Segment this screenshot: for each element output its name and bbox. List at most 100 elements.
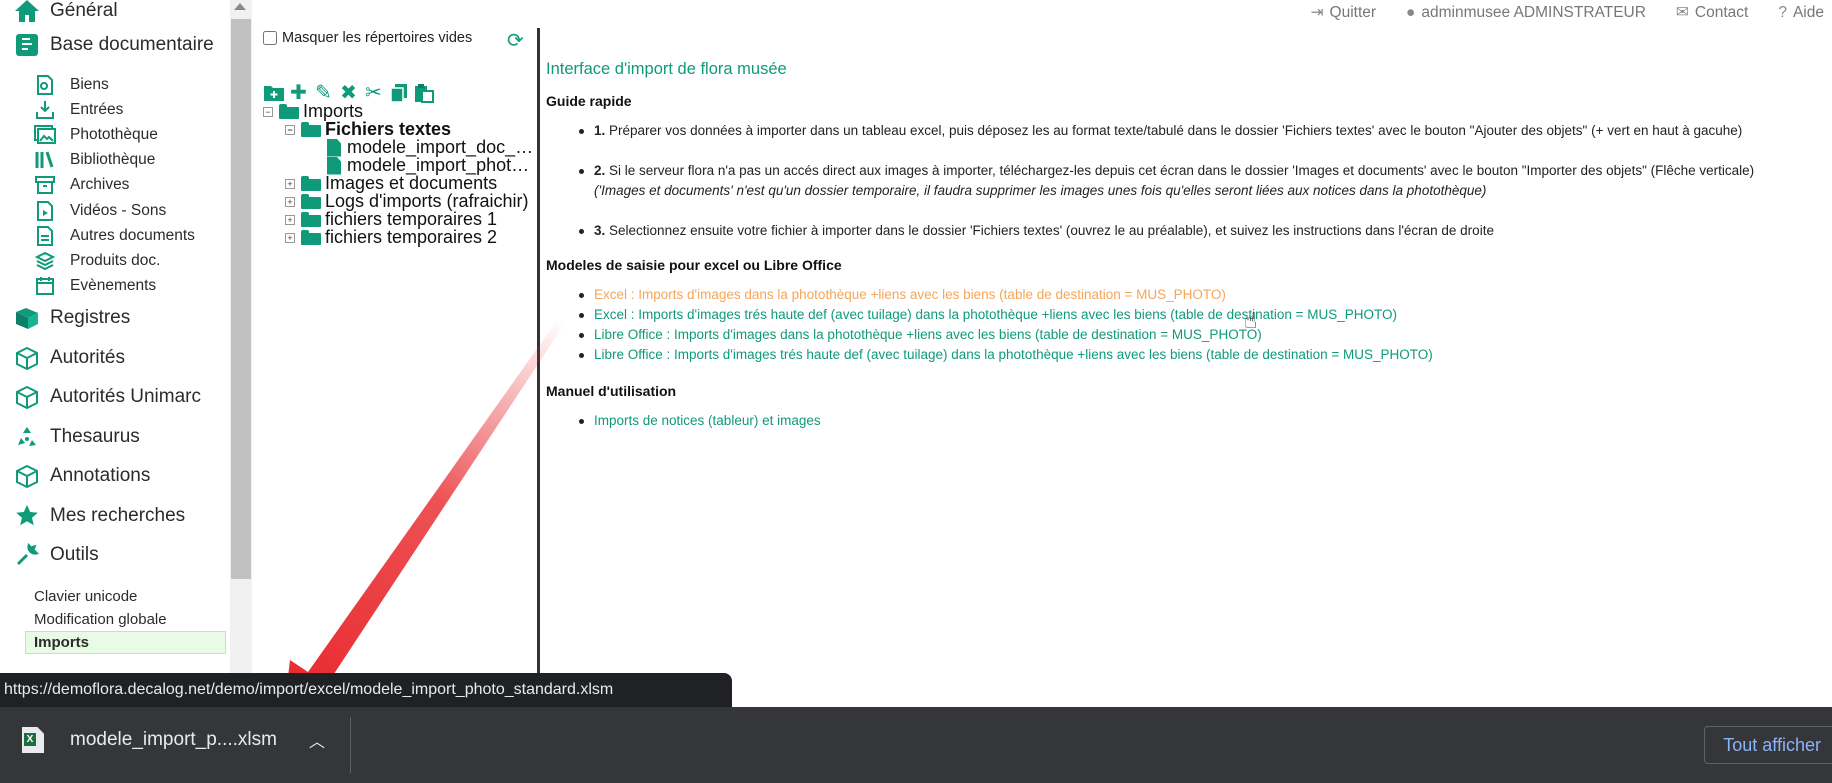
nav-base-documentaire[interactable]: Base documentaire (0, 26, 230, 64)
model-link-excel-hd[interactable]: Excel : Imports d'images trés haute def … (579, 305, 1832, 325)
step-number: 1. (594, 123, 606, 138)
contact-link[interactable]: ✉ Contact (1676, 3, 1748, 22)
sidebar-scrollbar-thumb[interactable] (231, 19, 251, 579)
folder-icon (301, 212, 321, 227)
nav-base-documentaire-label: Base documentaire (50, 34, 214, 55)
cut-scissors-icon[interactable]: ✂ (363, 82, 384, 104)
tool-modification-globale[interactable]: Modification globale (0, 608, 230, 631)
user-link[interactable]: ● adminmusee ADMINSTRATEUR (1406, 3, 1646, 22)
nav-produits-doc[interactable]: Produits doc. (0, 248, 230, 273)
quit-link[interactable]: ⇥ Quitter (1311, 3, 1377, 22)
nav-registres[interactable]: Registres (0, 299, 230, 339)
tree-node-label: fichiers temporaires 2 (325, 227, 498, 247)
nav-annotations[interactable]: Annotations (0, 457, 230, 497)
guide-list: 1. Préparer vos données à importer dans … (546, 121, 1832, 241)
model-link-libreoffice-hd[interactable]: Libre Office : Imports d'images trés hau… (579, 345, 1832, 365)
guide-step-2: 2. Si le serveur flora n'a pas un accés … (579, 161, 1832, 201)
scroll-up-arrow-icon[interactable] (234, 3, 246, 10)
edit-pencil-icon[interactable]: ✎ (313, 82, 334, 104)
add-objects-icon[interactable]: ✚ (288, 82, 309, 104)
refresh-icon[interactable]: ⟳ (507, 28, 524, 53)
app-window: Général Base documentaire Biens Entrées … (0, 0, 1832, 783)
hide-empty-dirs-label: Masquer les répertoires vides (282, 30, 473, 46)
calendar-icon (34, 275, 56, 297)
envelope-icon: ✉ (1675, 4, 1689, 21)
nav-entrees[interactable]: Entrées (0, 97, 230, 122)
cube-icon (13, 344, 41, 372)
models-list: Excel : Imports d'images dans la phototh… (546, 285, 1832, 365)
nav-autorites-label: Autorités (50, 346, 125, 368)
download-bar: modele_import_p....xlsm ︿ Tout afficher (0, 707, 1832, 783)
copy-icon[interactable] (388, 82, 409, 103)
star-icon (13, 502, 41, 530)
main-content: Interface d'import de flora musée Guide … (546, 60, 1832, 431)
step-note: ('Images et documents' n'est qu'un dossi… (594, 183, 1487, 198)
nav-bibliotheque[interactable]: Bibliothèque (0, 148, 230, 173)
recycle-icon (13, 423, 41, 451)
nav-videos-sons[interactable]: Vidéos - Sons (0, 198, 230, 223)
nav-phototheque-label: Photothèque (70, 125, 158, 143)
nav-evenements[interactable]: Evènements (0, 274, 230, 299)
nav-autorites-unimarc-label: Autorités Unimarc (50, 386, 201, 408)
hide-empty-dirs-checkbox[interactable]: Masquer les répertoires vides (263, 30, 472, 46)
new-folder-icon[interactable] (263, 82, 284, 103)
registry-books-icon (13, 304, 41, 332)
collapse-toggle[interactable]: − (285, 124, 295, 135)
download-item[interactable]: modele_import_p....xlsm ︿ (22, 727, 325, 753)
nav-archives[interactable]: Archives (0, 173, 230, 198)
nav-autorites[interactable]: Autorités (0, 338, 230, 378)
nav-bibliotheque-label: Bibliothèque (70, 151, 156, 169)
nav-autorites-unimarc[interactable]: Autorités Unimarc (0, 378, 230, 418)
user-circle-icon: ● (1406, 3, 1416, 21)
hide-empty-dirs-input[interactable] (263, 31, 277, 45)
cube-icon (13, 383, 41, 411)
nav-entrees-label: Entrées (70, 100, 124, 118)
step-text: Préparer vos données à importer dans un … (609, 123, 1743, 138)
nav-autres-documents-label: Autres documents (70, 226, 195, 244)
nav-evenements-label: Evènements (70, 277, 157, 295)
hand-pointer-cursor-icon: ☝ (1244, 308, 1258, 333)
nav-general[interactable]: Général (0, 0, 230, 26)
folder-open-icon (301, 122, 321, 137)
nav-autres-documents[interactable]: Autres documents (0, 223, 230, 248)
model-link-excel-standard[interactable]: Excel : Imports d'images dans la phototh… (579, 285, 1832, 305)
nav-annotations-label: Annotations (50, 465, 151, 487)
sign-out-icon: ⇥ (1310, 4, 1324, 21)
expand-toggle[interactable]: + (285, 232, 295, 243)
tool-clavier-unicode[interactable]: Clavier unicode (0, 585, 230, 608)
download-filename: modele_import_p....xlsm (70, 729, 277, 750)
paste-icon[interactable] (413, 82, 434, 103)
file-text-icon (34, 225, 56, 247)
folder-open-icon (279, 104, 299, 119)
wrench-icon (13, 541, 41, 569)
collapse-toggle[interactable]: − (263, 106, 273, 117)
layers-icon (34, 250, 56, 272)
expand-toggle[interactable]: + (285, 196, 295, 207)
step-number: 2. (594, 163, 606, 178)
tool-imports[interactable]: Imports (25, 631, 226, 655)
expand-toggle[interactable]: + (285, 214, 295, 225)
guide-step-3: 3. Selectionnez ensuite votre fichier à … (579, 221, 1832, 241)
help-link[interactable]: ? Aide (1778, 3, 1824, 22)
excel-file-icon (22, 727, 44, 753)
divider (350, 717, 351, 773)
folder-icon (301, 176, 321, 191)
manual-link[interactable]: Imports de notices (tableur) et images (579, 411, 1832, 431)
nav-outils[interactable]: Outils (0, 536, 230, 576)
tree-toolbar: ✚ ✎ ✖ ✂ (263, 82, 434, 104)
tree-node-tmp2[interactable]: + fichiers temporaires 2 (285, 227, 497, 248)
model-link-libreoffice-standard[interactable]: Libre Office : Imports d'images dans la … (579, 325, 1832, 345)
file-icon (327, 156, 341, 175)
archive-box-icon (34, 174, 56, 196)
show-all-button[interactable]: Tout afficher (1704, 726, 1832, 764)
nav-archives-label: Archives (70, 176, 130, 194)
chevron-up-icon[interactable]: ︿ (309, 728, 325, 752)
nav-biens[interactable]: Biens (0, 72, 230, 97)
nav-thesaurus[interactable]: Thesaurus (0, 417, 230, 457)
nav-mes-recherches[interactable]: Mes recherches (0, 496, 230, 536)
nav-phototheque[interactable]: Photothèque (0, 122, 230, 147)
nav-general-label: Général (50, 0, 118, 21)
delete-x-icon[interactable]: ✖ (338, 82, 359, 104)
expand-toggle[interactable]: + (285, 178, 295, 189)
download-tray-icon (34, 99, 56, 121)
